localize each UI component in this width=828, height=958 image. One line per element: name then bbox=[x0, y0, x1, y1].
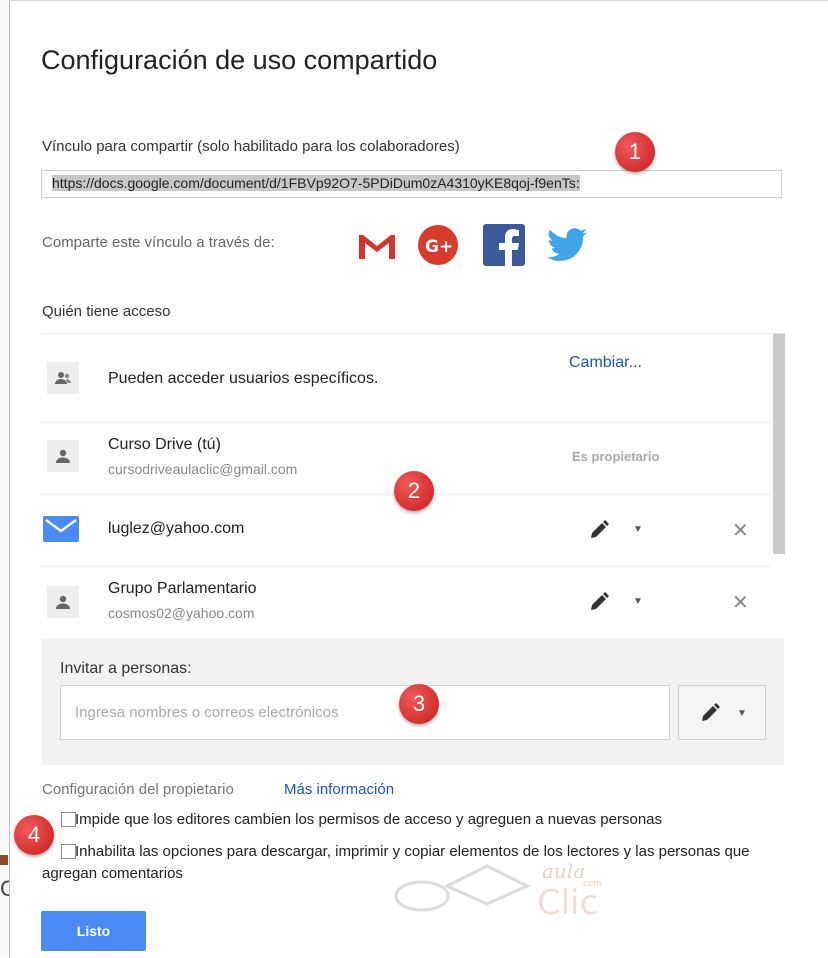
owner-settings-label: Configuración del propietario bbox=[42, 781, 234, 798]
access-section-label: Quién tiene acceso bbox=[42, 303, 171, 320]
access-row-visibility: Pueden acceder usuarios específicos. Cam… bbox=[41, 334, 771, 423]
access-row-group: Grupo Parlamentario cosmos02@yahoo.com ▼… bbox=[41, 566, 771, 638]
facebook-icon[interactable] bbox=[482, 223, 526, 267]
person-icon bbox=[47, 586, 79, 618]
restrict-editors-label: Impide que los editores cambien los perm… bbox=[75, 811, 663, 828]
email-icon bbox=[43, 516, 79, 542]
more-info-link[interactable]: Más información bbox=[284, 781, 394, 798]
close-icon[interactable]: ✕ bbox=[732, 518, 749, 543]
google-plus-icon[interactable]: G+ bbox=[416, 223, 460, 267]
user-email: cursodriveaulaclic@gmail.com bbox=[108, 461, 298, 477]
done-button[interactable]: Listo bbox=[41, 911, 146, 951]
restrict-editors-checkbox[interactable] bbox=[61, 812, 76, 827]
annotation-badge-1: 1 bbox=[615, 132, 655, 172]
invite-permission-button[interactable]: ▼ bbox=[678, 685, 766, 740]
person-icon bbox=[47, 440, 79, 472]
svg-text:G+: G+ bbox=[425, 237, 453, 257]
user-email: cosmos02@yahoo.com bbox=[108, 605, 255, 621]
share-link-label: Vínculo para compartir (solo habilitado … bbox=[42, 138, 460, 155]
user-name: Grupo Parlamentario bbox=[108, 580, 257, 597]
change-visibility-link[interactable]: Cambiar... bbox=[569, 354, 642, 372]
watermark-bottom: Clic bbox=[537, 883, 598, 921]
visibility-description: Pueden acceder usuarios específicos. bbox=[108, 370, 379, 387]
invite-label: Invitar a personas: bbox=[60, 660, 192, 677]
dialog-title: Configuración de uso compartido bbox=[41, 45, 438, 75]
gmail-icon[interactable] bbox=[355, 223, 399, 267]
user-email: luglez@yahoo.com bbox=[108, 520, 245, 537]
access-list-scrollbar[interactable] bbox=[773, 334, 785, 554]
close-icon[interactable]: ✕ bbox=[732, 590, 749, 615]
background-mark bbox=[0, 855, 8, 865]
pencil-icon[interactable] bbox=[588, 591, 610, 613]
aulaclic-watermark: aula .com Clic bbox=[394, 859, 602, 921]
twitter-icon[interactable] bbox=[545, 223, 589, 267]
chevron-down-icon[interactable]: ▼ bbox=[633, 596, 643, 607]
invite-input[interactable]: Ingresa nombres o correos electrónicos bbox=[60, 685, 670, 740]
chevron-down-icon: ▼ bbox=[737, 708, 747, 719]
pencil-icon bbox=[702, 703, 720, 721]
annotation-badge-4: 4 bbox=[14, 815, 54, 855]
chevron-down-icon[interactable]: ▼ bbox=[633, 524, 643, 535]
user-name: Curso Drive (tú) bbox=[108, 436, 221, 453]
share-link-field[interactable]: https://docs.google.com/document/d/1FBVp… bbox=[41, 170, 782, 198]
owner-role-label: Es propietario bbox=[572, 449, 660, 464]
pencil-icon[interactable] bbox=[588, 519, 610, 541]
share-via-label: Comparte este vínculo a través de: bbox=[42, 234, 275, 251]
watermark-top: aula bbox=[542, 859, 585, 883]
annotation-badge-2: 2 bbox=[394, 471, 434, 511]
annotation-badge-3: 3 bbox=[399, 684, 439, 724]
share-link-value: https://docs.google.com/document/d/1FBVp… bbox=[52, 175, 580, 191]
people-icon bbox=[47, 362, 79, 394]
